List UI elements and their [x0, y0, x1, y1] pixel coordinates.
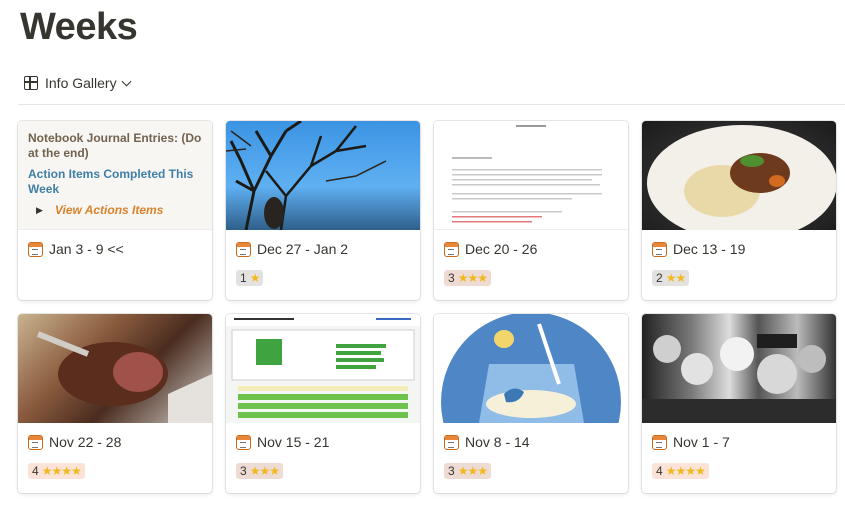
card-title: Dec 20 - 26 — [444, 240, 618, 258]
star-icons: ★★★ — [457, 271, 488, 285]
star-icons: ★ — [249, 271, 261, 285]
rating-badge: 4 ★★★★ — [652, 463, 709, 479]
rating-value: 3 — [448, 271, 455, 285]
gallery-card[interactable]: Dec 20 - 26 3 ★★★ — [434, 121, 628, 300]
rating-value: 2 — [656, 271, 663, 285]
card-title: Nov 15 - 21 — [236, 433, 410, 451]
card-cover-drink-illustration — [434, 314, 628, 423]
calendar-icon — [28, 434, 43, 450]
card-cover-group-photo — [642, 314, 836, 423]
rating-badge: 2 ★★ — [652, 270, 690, 286]
card-cover-roast-image — [18, 314, 212, 423]
notes-toggle: ▶ View Actions Items — [28, 203, 202, 217]
card-title-text: Dec 13 - 19 — [673, 241, 746, 257]
rating-badge: 3 ★★★ — [444, 463, 491, 479]
calendar-icon — [236, 241, 251, 257]
gallery-card[interactable]: Nov 22 - 28 4 ★★★★ — [18, 314, 212, 493]
card-cover-document-image — [434, 121, 628, 230]
card-title: Jan 3 - 9 << — [28, 240, 202, 258]
card-title-text: Nov 15 - 21 — [257, 434, 330, 450]
notes-subheading: Action Items Completed This Week — [28, 167, 194, 196]
card-cover-tree-image — [226, 121, 420, 230]
calendar-icon — [444, 434, 459, 450]
card-cover-noodle-image — [642, 121, 836, 230]
calendar-icon — [652, 241, 667, 257]
card-title: Nov 8 - 14 — [444, 433, 618, 451]
gallery-card[interactable]: Nov 1 - 7 4 ★★★★ — [642, 314, 836, 493]
card-title-text: Dec 27 - Jan 2 — [257, 241, 349, 257]
calendar-icon — [28, 241, 43, 257]
rating-value: 4 — [32, 464, 39, 478]
rating-value: 1 — [240, 271, 247, 285]
rating-value: 4 — [656, 464, 663, 478]
gallery-card[interactable]: Dec 13 - 19 2 ★★ — [642, 121, 836, 300]
view-label: Info Gallery — [45, 75, 117, 91]
card-title: Nov 1 - 7 — [652, 433, 826, 451]
divider — [18, 104, 845, 105]
view-selector[interactable]: Info Gallery — [24, 72, 132, 94]
card-title-text: Nov 1 - 7 — [673, 434, 730, 450]
chevron-down-icon — [121, 76, 132, 86]
calendar-icon — [236, 434, 251, 450]
star-icons: ★★★ — [249, 464, 280, 478]
card-title-text: Nov 8 - 14 — [465, 434, 530, 450]
card-title: Nov 22 - 28 — [28, 433, 202, 451]
star-icons: ★★★★ — [665, 464, 706, 478]
rating-badge: 3 ★★★ — [444, 270, 491, 286]
rating-badge: 4 ★★★★ — [28, 463, 85, 479]
page-title: Weeks — [20, 6, 138, 48]
rating-value: 3 — [448, 464, 455, 478]
card-title-text: Nov 22 - 28 — [49, 434, 122, 450]
card-title: Dec 27 - Jan 2 — [236, 240, 410, 258]
toggle-triangle-icon: ▶ — [36, 205, 43, 215]
rating-badge: 1 ★ — [236, 270, 264, 286]
card-title-text: Dec 20 - 26 — [465, 241, 538, 257]
card-cover-report-image — [226, 314, 420, 423]
calendar-icon — [444, 241, 459, 257]
notes-toggle-label: View Actions Items — [54, 203, 164, 217]
gallery-grid: Notebook Journal Entries: (Do at the end… — [18, 121, 836, 493]
card-title-text: Jan 3 - 9 << — [49, 241, 124, 257]
gallery-card[interactable]: Notebook Journal Entries: (Do at the end… — [18, 121, 212, 300]
star-icons: ★★ — [665, 271, 686, 285]
gallery-card[interactable]: Nov 15 - 21 3 ★★★ — [226, 314, 420, 493]
card-notes-preview: Notebook Journal Entries: (Do at the end… — [18, 121, 212, 230]
gallery-view-icon — [24, 76, 38, 90]
gallery-card[interactable]: Nov 8 - 14 3 ★★★ — [434, 314, 628, 493]
gallery-card[interactable]: Dec 27 - Jan 2 1 ★ — [226, 121, 420, 300]
rating-value: 3 — [240, 464, 247, 478]
star-icons: ★★★★ — [41, 464, 82, 478]
card-title: Dec 13 - 19 — [652, 240, 826, 258]
notes-heading: Notebook Journal Entries: (Do at the end… — [28, 131, 202, 160]
star-icons: ★★★ — [457, 464, 488, 478]
calendar-icon — [652, 434, 667, 450]
rating-badge: 3 ★★★ — [236, 463, 283, 479]
